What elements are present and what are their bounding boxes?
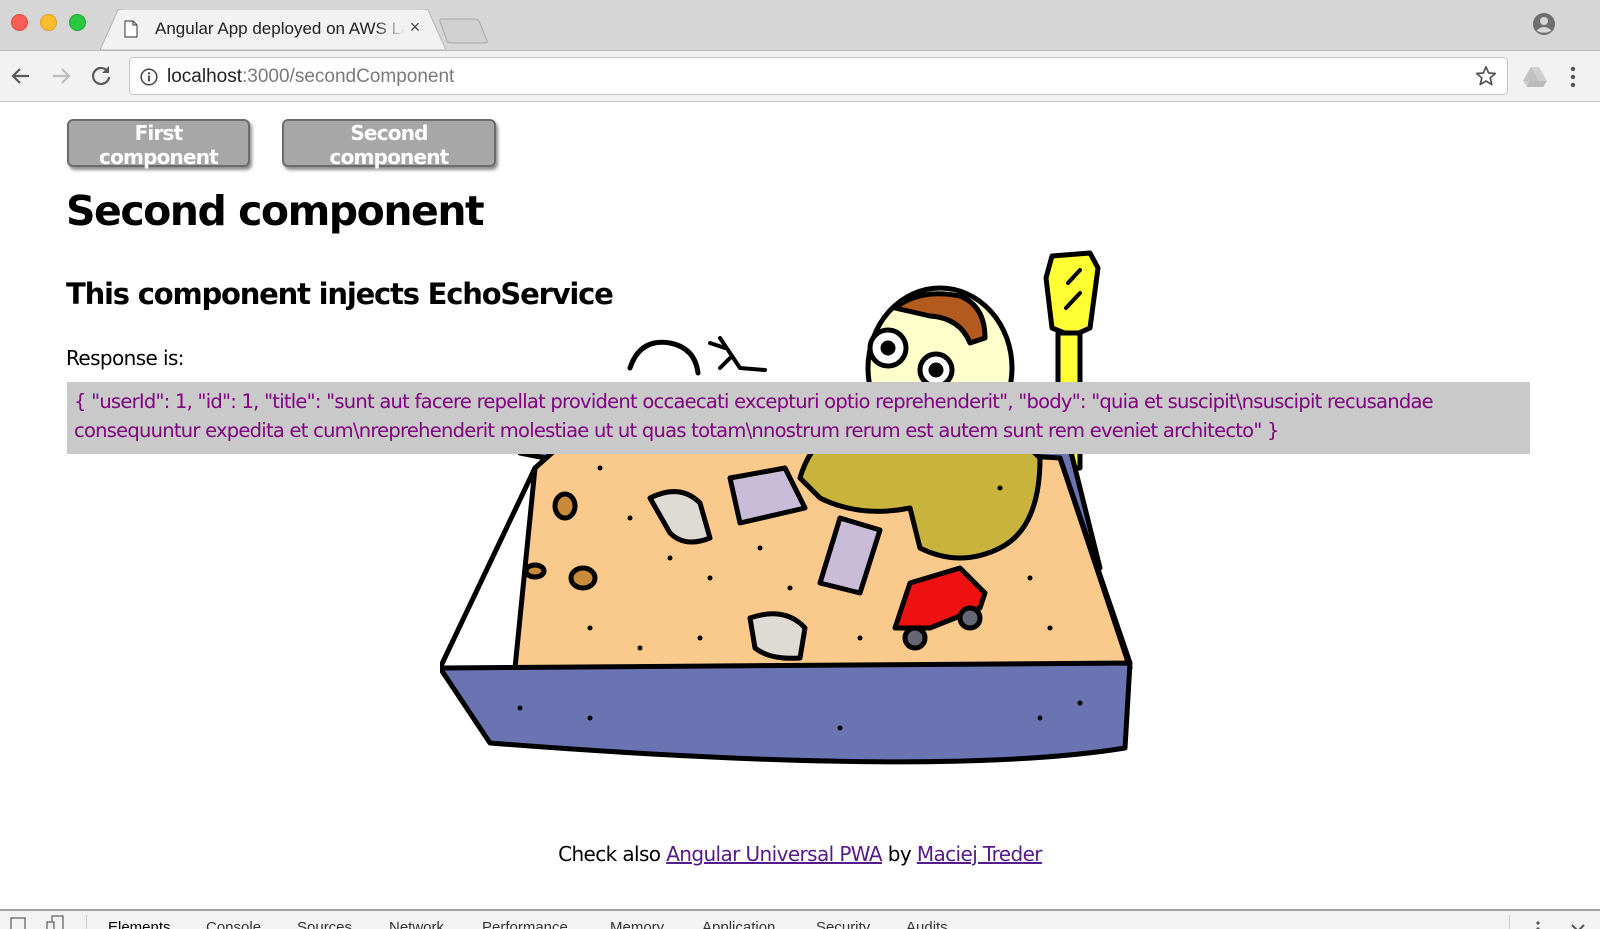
star-icon[interactable] xyxy=(1475,65,1497,87)
url-text[interactable]: localhost:3000/secondComponent xyxy=(167,66,454,88)
reload-icon[interactable] xyxy=(88,63,114,89)
devtools-separator xyxy=(86,915,87,929)
footer-middle: by xyxy=(881,842,917,866)
devtools-separator xyxy=(1509,915,1510,929)
page-title: Second component xyxy=(66,187,485,235)
window-minimize-button[interactable] xyxy=(40,14,57,31)
devtools-tab-memory[interactable]: Memory xyxy=(610,919,664,929)
info-icon[interactable] xyxy=(140,68,158,86)
url-path: :3000/secondComponent xyxy=(242,66,455,87)
window-close-button[interactable] xyxy=(11,14,28,31)
devtools-tab-network[interactable]: Network xyxy=(389,919,444,929)
window-maximize-button[interactable] xyxy=(69,14,86,31)
arrow-right-icon[interactable] xyxy=(48,63,74,89)
devtools-tab-sources[interactable]: Sources xyxy=(297,919,352,929)
url-host: localhost xyxy=(167,66,242,87)
devtools-tab-performance[interactable]: Performance xyxy=(482,919,568,929)
devtools-collapse-icon[interactable] xyxy=(1570,923,1586,929)
devtools-tab-security[interactable]: Security xyxy=(816,919,870,929)
response-label: Response is: xyxy=(66,346,185,370)
tab-title: Angular App deployed on AWS Lambda xyxy=(155,19,405,38)
vertical-dots-icon[interactable] xyxy=(1569,65,1577,89)
response-output: { "userId": 1, "id": 1, "title": "sunt a… xyxy=(67,382,1530,454)
arrow-left-icon[interactable] xyxy=(8,63,34,89)
first-component-button[interactable]: First component xyxy=(67,119,250,169)
document-icon xyxy=(124,20,138,38)
browser-toolbar: localhost:3000/secondComponent xyxy=(0,50,1600,102)
footer-prefix: Check also xyxy=(558,842,667,866)
devtools-panel: Elements Console Sources Network Perform… xyxy=(0,909,1600,929)
inspect-element-icon[interactable] xyxy=(10,917,28,929)
devtools-tab-application[interactable]: Application xyxy=(702,919,775,929)
angular-universal-pwa-link[interactable]: Angular Universal PWA xyxy=(666,842,882,866)
page-subtitle: This component injects EchoService xyxy=(66,277,614,311)
profile-icon[interactable] xyxy=(1532,12,1556,36)
page-viewport: First component Second component Second … xyxy=(0,103,1600,909)
device-toolbar-icon[interactable] xyxy=(46,915,66,929)
new-tab-button[interactable] xyxy=(437,18,489,44)
footer: Check also Angular Universal PWA by Maci… xyxy=(0,842,1600,866)
browser-tab-active[interactable]: Angular App deployed on AWS Lambda × xyxy=(100,9,446,50)
devtools-menu-icon[interactable] xyxy=(1536,921,1540,929)
google-drive-icon[interactable] xyxy=(1523,66,1547,88)
browser-title-bar: Angular App deployed on AWS Lambda × xyxy=(0,0,1600,50)
devtools-tab-console[interactable]: Console xyxy=(206,919,261,929)
tab-close-icon[interactable]: × xyxy=(406,17,424,38)
second-component-button[interactable]: Second component xyxy=(282,119,496,169)
devtools-tab-elements[interactable]: Elements xyxy=(108,919,171,929)
sandbox-illustration xyxy=(440,250,1133,765)
devtools-tab-audits[interactable]: Audits xyxy=(906,919,948,929)
maciej-treder-link[interactable]: Maciej Treder xyxy=(917,842,1043,866)
address-bar[interactable]: localhost:3000/secondComponent xyxy=(129,57,1508,95)
